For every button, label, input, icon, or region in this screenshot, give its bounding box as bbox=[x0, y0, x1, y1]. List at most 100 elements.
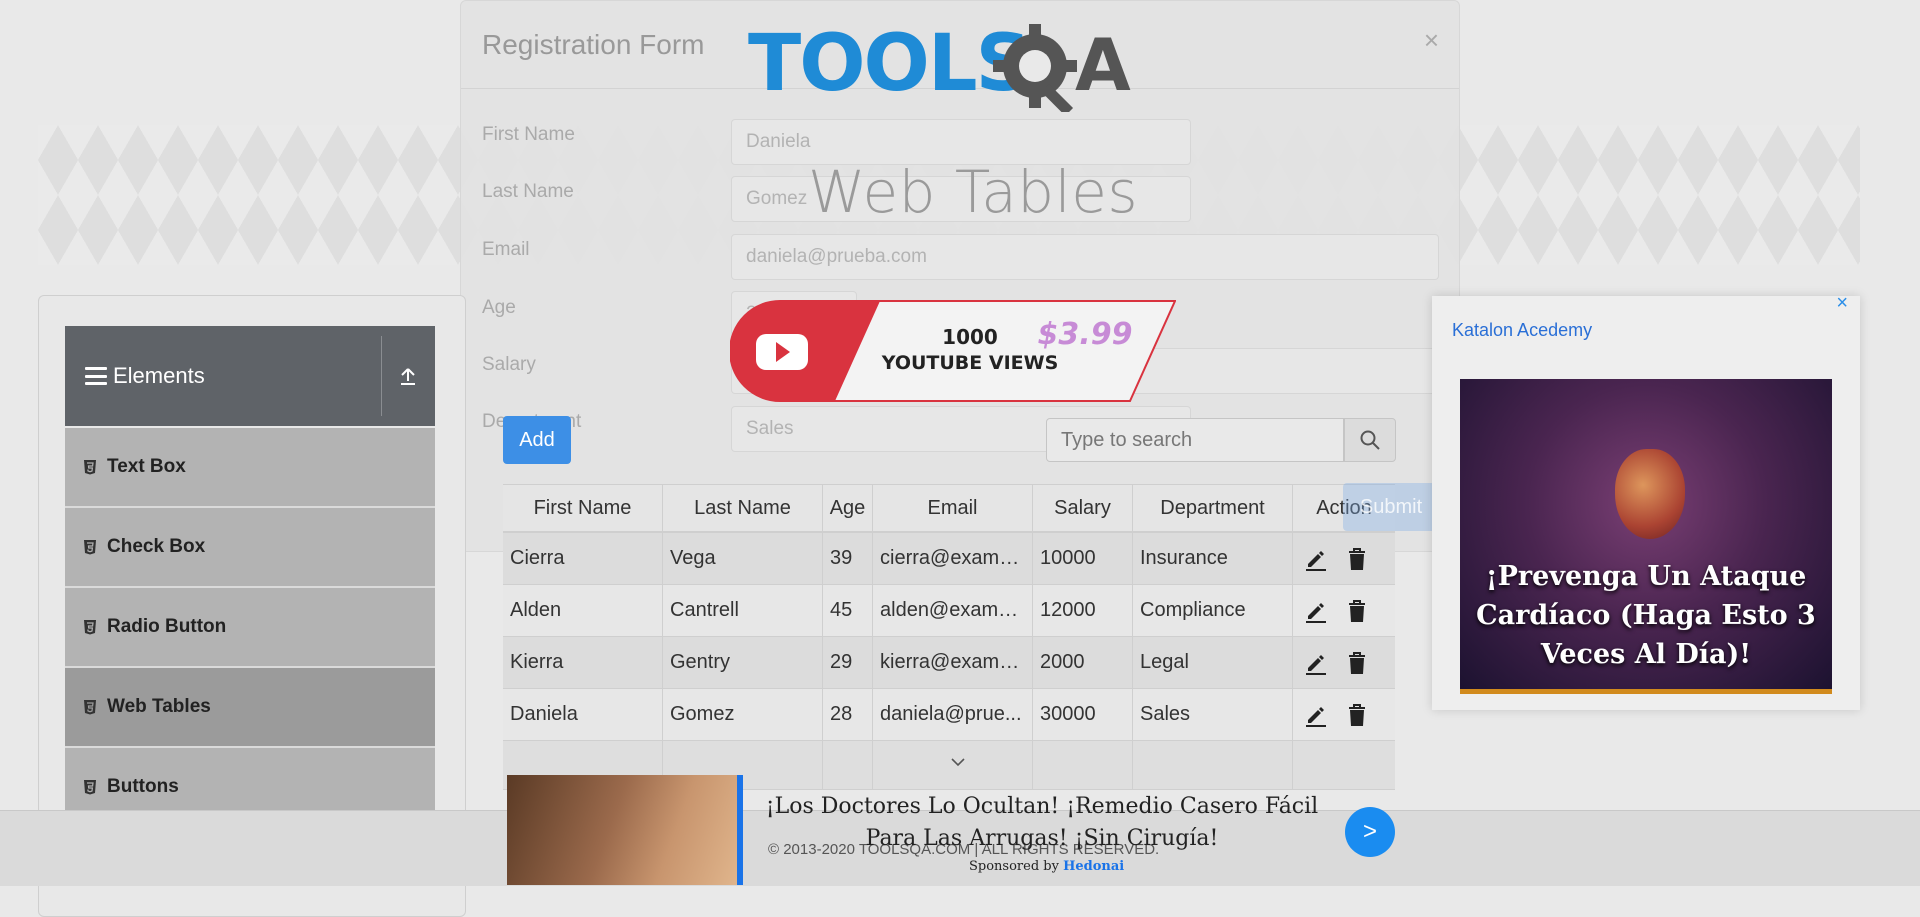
cell-department: Compliance bbox=[1133, 585, 1293, 636]
logo-text-a: A bbox=[1075, 23, 1131, 107]
cell-action bbox=[1293, 689, 1395, 740]
hamburger-icon bbox=[85, 367, 107, 385]
cell-last-name: Gentry bbox=[663, 637, 823, 688]
submit-button[interactable]: Submit bbox=[1343, 483, 1439, 531]
html5-icon bbox=[84, 780, 96, 795]
sidebar-item-label: Radio Button bbox=[107, 616, 227, 637]
toolsqa-logo[interactable]: TOOLS A bbox=[748, 20, 1154, 112]
age-label: Age bbox=[482, 297, 516, 318]
delete-trash-icon[interactable] bbox=[1346, 703, 1368, 727]
table-row: Kierra Gentry 29 kierra@examp... 2000 Le… bbox=[503, 637, 1395, 689]
cell-age: 39 bbox=[823, 533, 873, 584]
table-row: Daniela Gomez 28 daniela@prue... 30000 S… bbox=[503, 689, 1395, 741]
cell-salary: 2000 bbox=[1033, 637, 1133, 688]
edit-pencil-icon[interactable] bbox=[1304, 599, 1328, 623]
sidebar-item-web-tables[interactable]: Web Tables bbox=[65, 668, 435, 748]
edit-pencil-icon[interactable] bbox=[1304, 547, 1328, 571]
search-icon bbox=[1360, 430, 1380, 450]
cell-age: 28 bbox=[823, 689, 873, 740]
side-ad[interactable]: × Katalon Acedemy ¡Prevenga Un Ataque Ca… bbox=[1432, 292, 1860, 710]
column-header-first-name[interactable]: First Name bbox=[503, 485, 663, 531]
bottom-ad-go-button[interactable]: > bbox=[1345, 807, 1395, 857]
table-row: Cierra Vega 39 cierra@exampl... 10000 In… bbox=[503, 533, 1395, 585]
logo-text-tools: TOOLS bbox=[748, 20, 1030, 109]
cell-first-name: Kierra bbox=[503, 637, 663, 688]
column-header-email[interactable]: Email bbox=[873, 485, 1033, 531]
chevron-down-icon[interactable] bbox=[950, 756, 966, 768]
email-field[interactable]: daniela@prueba.com bbox=[731, 234, 1439, 280]
html5-icon bbox=[84, 540, 96, 555]
cell-first-name: Alden bbox=[503, 585, 663, 636]
cell-age: 45 bbox=[823, 585, 873, 636]
edit-pencil-icon[interactable] bbox=[1304, 703, 1328, 727]
delete-trash-icon[interactable] bbox=[1346, 547, 1368, 571]
cell-last-name: Vega bbox=[663, 533, 823, 584]
sidebar-item-label: Text Box bbox=[107, 456, 186, 477]
column-header-salary[interactable]: Salary bbox=[1033, 485, 1133, 531]
bottom-ad-text[interactable]: ¡Los Doctores Lo Ocultan! ¡Remedio Caser… bbox=[757, 791, 1327, 855]
cell-action bbox=[1293, 637, 1395, 688]
sidebar-item-label: Buttons bbox=[107, 776, 179, 797]
sidebar-item-label: Check Box bbox=[107, 536, 206, 557]
yt-ad-line2: YOUTUBE VIEWS bbox=[881, 352, 1059, 374]
column-header-age[interactable]: Age bbox=[823, 485, 873, 531]
delete-trash-icon[interactable] bbox=[1346, 599, 1368, 623]
cell-first-name: Daniela bbox=[503, 689, 663, 740]
cell-department: Legal bbox=[1133, 637, 1293, 688]
bottom-ad[interactable]: ¡Los Doctores Lo Ocultan! ¡Remedio Caser… bbox=[507, 775, 1397, 885]
elements-group-header[interactable]: Elements bbox=[65, 326, 435, 426]
sidebar-item-radio-button[interactable]: Radio Button bbox=[65, 588, 435, 668]
cell-email: daniela@prue... bbox=[873, 689, 1033, 740]
column-header-department[interactable]: Department bbox=[1133, 485, 1293, 531]
youtube-views-ad[interactable]: 1000 YOUTUBE VIEWS $3.99 bbox=[730, 300, 1176, 402]
youtube-play-icon bbox=[756, 334, 808, 370]
html5-icon bbox=[84, 620, 96, 635]
cell-email-text: alden@exampl... bbox=[880, 599, 1025, 621]
ad-caption: ¡Prevenga Un Ataque Cardíaco (Haga Esto … bbox=[1476, 561, 1816, 670]
search-button[interactable] bbox=[1344, 418, 1396, 462]
cell-department: Insurance bbox=[1133, 533, 1293, 584]
ad-close-icon[interactable]: × bbox=[1836, 292, 1848, 315]
first-name-label: First Name bbox=[482, 124, 575, 145]
sidebar-item-label: Web Tables bbox=[107, 696, 211, 717]
cell-salary: 10000 bbox=[1033, 533, 1133, 584]
cell-action bbox=[1293, 533, 1395, 584]
cell-email-text: kierra@examp... bbox=[880, 651, 1025, 673]
cell-last-name: Gomez bbox=[663, 689, 823, 740]
cell-first-name: Cierra bbox=[503, 533, 663, 584]
sidebar-item-text-box[interactable]: Text Box bbox=[65, 428, 435, 508]
search-input[interactable]: Type to search bbox=[1046, 418, 1344, 462]
cell-salary: 30000 bbox=[1033, 689, 1133, 740]
edit-pencil-icon[interactable] bbox=[1304, 651, 1328, 675]
cell-email: alden@exampl... bbox=[873, 585, 1033, 636]
modal-close-button[interactable]: × bbox=[1424, 25, 1439, 56]
collapse-up-icon[interactable] bbox=[398, 366, 418, 386]
header-divider bbox=[381, 336, 382, 416]
html5-icon bbox=[84, 460, 96, 475]
cell-action bbox=[1293, 585, 1395, 636]
email-label: Email bbox=[482, 239, 530, 260]
sponsor-name[interactable]: Hedonai bbox=[1063, 859, 1124, 874]
cell-salary: 12000 bbox=[1033, 585, 1133, 636]
table-row: Alden Cantrell 45 alden@exampl... 12000 … bbox=[503, 585, 1395, 637]
bottom-ad-sponsor: Sponsored by Hedonai bbox=[969, 859, 1124, 874]
bottom-ad-image[interactable] bbox=[507, 775, 737, 885]
ad-image-alt-text[interactable]: Katalon Acedemy bbox=[1452, 320, 1592, 341]
group-title: Elements bbox=[113, 363, 205, 388]
column-header-last-name[interactable]: Last Name bbox=[663, 485, 823, 531]
cell-email-text: daniela@prue... bbox=[880, 703, 1022, 725]
cell-last-name: Cantrell bbox=[663, 585, 823, 636]
modal-title: Registration Form bbox=[482, 29, 705, 60]
ad-heart-image[interactable]: ¡Prevenga Un Ataque Cardíaco (Haga Esto … bbox=[1460, 379, 1832, 694]
cell-email: kierra@examp... bbox=[873, 637, 1033, 688]
cell-department: Sales bbox=[1133, 689, 1293, 740]
add-button[interactable]: Add bbox=[503, 416, 571, 464]
yt-ad-price: $3.99 bbox=[1038, 317, 1133, 352]
web-table: First Name Last Name Age Email Salary De… bbox=[503, 484, 1395, 790]
sidebar-item-check-box[interactable]: Check Box bbox=[65, 508, 435, 588]
salary-label: Salary bbox=[482, 354, 536, 375]
cell-email-text: cierra@exampl... bbox=[880, 547, 1025, 569]
table-header-row: First Name Last Name Age Email Salary De… bbox=[503, 484, 1395, 533]
sponsor-prefix: Sponsored by bbox=[969, 859, 1059, 874]
delete-trash-icon[interactable] bbox=[1346, 651, 1368, 675]
